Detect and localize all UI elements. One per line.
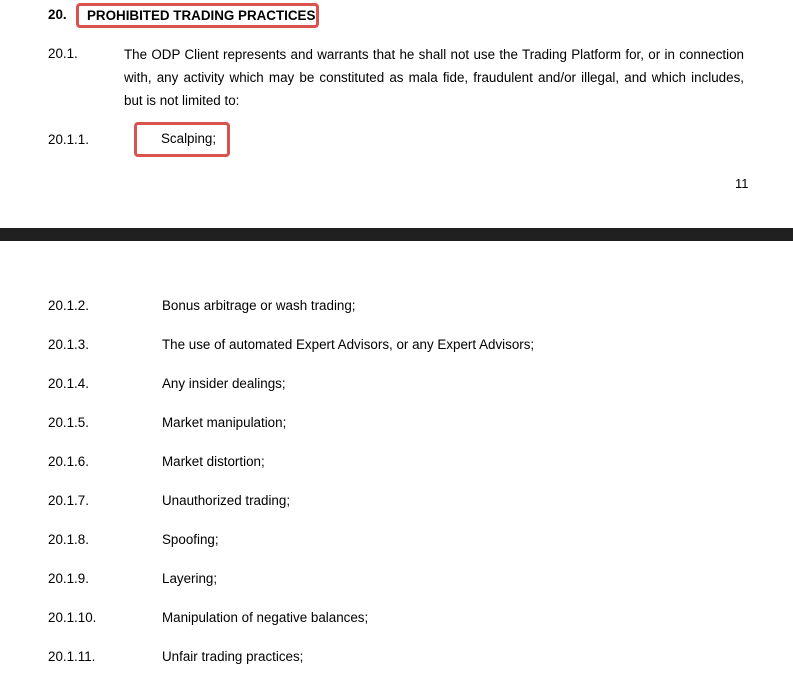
- list-item-text: Market manipulation;: [162, 415, 287, 430]
- list-item-text: Scalping;: [161, 131, 217, 146]
- list-item-text: The use of automated Expert Advisors, or…: [162, 337, 535, 352]
- list-item-text: Bonus arbitrage or wash trading;: [162, 298, 356, 313]
- list-item-number: 20.1.6.: [48, 454, 89, 469]
- clause-number: 20.1.: [48, 46, 78, 61]
- page-separator: [0, 228, 793, 241]
- list-item-text: Manipulation of negative balances;: [162, 610, 369, 625]
- list-item-number: 20.1.9.: [48, 571, 89, 586]
- section-title: PROHIBITED TRADING PRACTICES: [87, 8, 316, 23]
- list-item-number: 20.1.11.: [48, 649, 96, 664]
- list-item-text: Market distortion;: [162, 454, 265, 469]
- list-item-number: 20.1.1.: [48, 132, 89, 147]
- list-item-text: Spoofing;: [162, 532, 219, 547]
- list-item-number: 20.1.2.: [48, 298, 89, 313]
- list-item-number: 20.1.8.: [48, 532, 89, 547]
- scalping-highlight: Scalping;: [134, 122, 230, 157]
- list-item-number: 20.1.10.: [48, 610, 97, 625]
- list-item-number: 20.1.4.: [48, 376, 89, 391]
- list-item-text: Any insider dealings;: [162, 376, 286, 391]
- section-number: 20.: [48, 7, 67, 22]
- list-item-text: Unauthorized trading;: [162, 493, 291, 508]
- document-page-bottom: 20.1.2. Bonus arbitrage or wash trading;…: [0, 241, 793, 682]
- document-page-top: 20. PROHIBITED TRADING PRACTICES 20.1. T…: [0, 0, 793, 228]
- page-number: 11: [735, 176, 749, 191]
- list-item-text: Unfair trading practices;: [162, 649, 304, 664]
- list-item-text: Layering;: [162, 571, 218, 586]
- section-title-highlight: PROHIBITED TRADING PRACTICES: [76, 3, 319, 28]
- list-item-number: 20.1.7.: [48, 493, 89, 508]
- clause-text: The ODP Client represents and warrants t…: [124, 47, 744, 108]
- list-item-number: 20.1.5.: [48, 415, 89, 430]
- list-item-number: 20.1.3.: [48, 337, 89, 352]
